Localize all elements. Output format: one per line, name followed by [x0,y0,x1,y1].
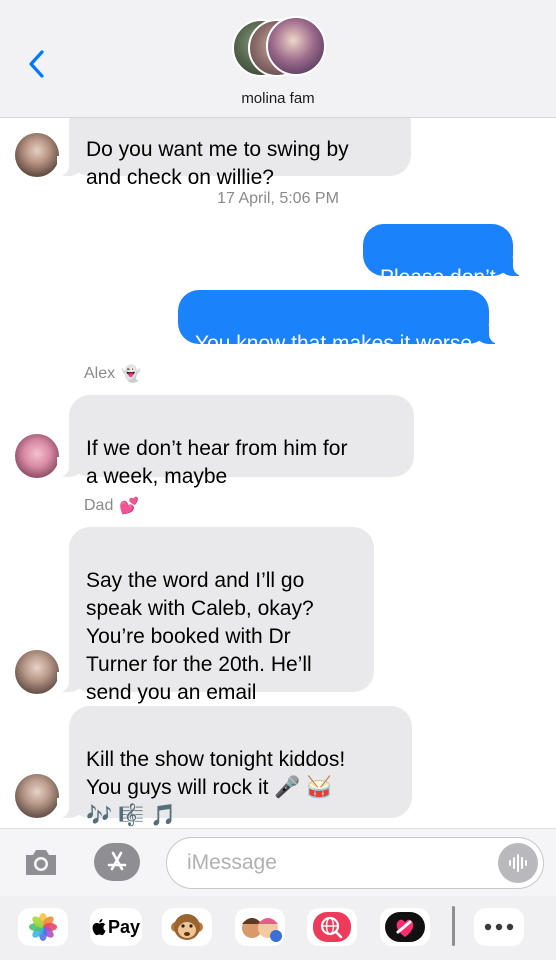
avatar[interactable] [15,434,59,478]
sender-label: Dad [84,497,114,514]
digital-touch-heart-icon [385,912,425,942]
memoji-app-button[interactable] [235,908,285,946]
more-dots-icon [484,923,514,931]
back-button[interactable] [22,46,50,82]
message-thread[interactable]: Do you want me to swing by and check on … [0,0,556,828]
app-drawer: Pay [0,896,556,960]
apple-logo-icon [92,918,106,936]
digital-touch-app-button[interactable] [380,908,430,946]
chevron-left-icon [29,50,44,78]
message-bubble-incoming[interactable]: Kill the show tonight kiddos! You guys w… [57,706,412,827]
message-bubble-outgoing[interactable]: You know that makes it worse [178,290,502,355]
message-text: If we don’t hear from him for a week, ma… [86,437,348,488]
message-text: You know that makes it worse [195,332,473,355]
images-search-app-button[interactable] [307,908,357,946]
avatar[interactable] [15,650,59,694]
group-avatar [266,16,326,76]
waveform-icon [509,854,527,872]
message-text: Please don’t [380,266,496,289]
avatar[interactable] [15,133,59,177]
compose-bar [0,828,556,896]
conversation-header: molina fam [0,0,556,118]
audio-message-button[interactable] [498,843,538,883]
message-input[interactable] [187,848,487,878]
monkey-icon [171,914,203,940]
timestamp: 17 April, 5:06 PM [217,190,339,207]
memoji-icon [242,918,282,942]
globe-search-icon [313,912,351,942]
more-apps-button[interactable] [474,908,524,946]
camera-button[interactable] [22,845,60,879]
message-bubble-incoming[interactable]: Say the word and I’ll go speak with Cale… [57,527,374,704]
message-bubble-incoming[interactable]: If we don’t hear from him for a week, ma… [57,395,414,488]
message-text: Do you want me to swing by and check on … [86,138,349,189]
ghost-icon: 👻 [121,366,142,383]
group-avatar-stack[interactable] [232,16,326,82]
sender-name: Alex 👻 [84,364,141,384]
sender-name: Dad 💕 [84,496,139,516]
group-name[interactable]: molina fam [0,90,556,107]
camera-icon [26,850,56,875]
apple-pay-button[interactable]: Pay [90,908,142,946]
app-store-button[interactable] [94,843,140,881]
animoji-app-button[interactable] [162,908,212,946]
photos-app-button[interactable] [18,908,68,946]
hearts-icon: 💕 [119,498,140,515]
message-bubble-outgoing[interactable]: Please don’t [363,224,525,289]
message-text: Kill the show tonight kiddos! You guys w… [86,748,346,827]
message-text: Say the word and I’ll go speak with Cale… [86,569,314,704]
apple-pay-label: Pay [107,916,141,937]
sender-label: Alex [84,365,116,382]
photos-icon [29,913,57,941]
message-field[interactable] [166,837,544,889]
app-store-icon [107,851,127,871]
avatar[interactable] [15,774,59,818]
drawer-divider [452,906,455,946]
